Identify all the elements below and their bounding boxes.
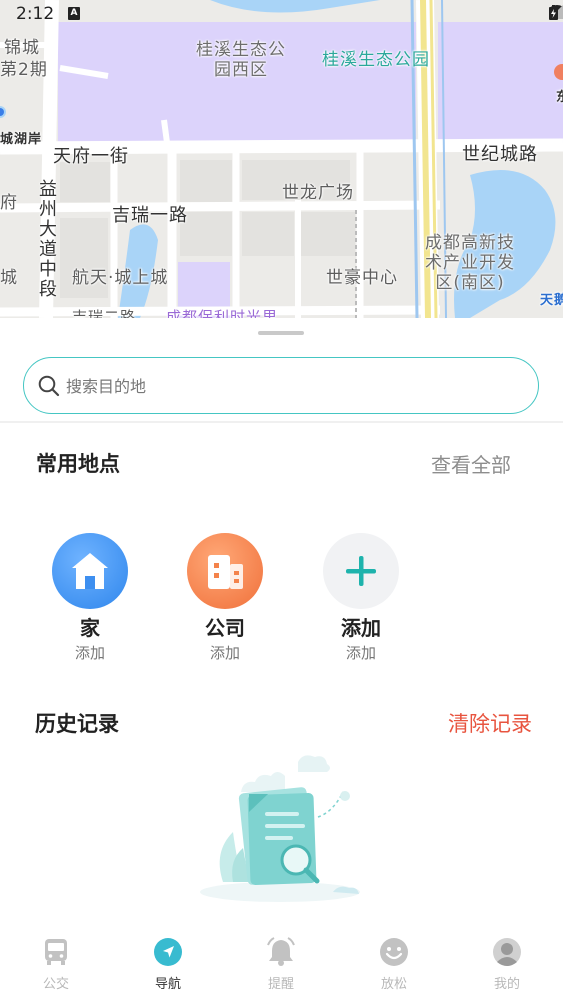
map-label: 府 [0,193,18,213]
map-label: 城 [0,268,18,288]
divider [0,421,563,423]
view-all-link[interactable]: 查看全部 [431,449,511,478]
tab-label: 提醒 [267,977,294,992]
status-time: 2:12 [16,4,55,24]
tab-navigation[interactable]: 导航 [128,937,208,992]
tab-label: 我的 [493,977,520,992]
bell-icon [267,937,295,966]
map-label: 航天·城上城 [72,268,169,288]
place-home[interactable]: 家 添加 [45,533,135,663]
place-sub: 添加 [209,644,240,662]
status-bar: 2:12 A [0,0,563,28]
place-sub: 添加 [345,644,376,662]
navigation-icon [154,938,182,966]
place-name: 添加 [341,616,381,640]
tab-label: 放松 [380,977,407,992]
map-label: 苐2期 [0,60,48,80]
drag-handle[interactable] [258,331,304,335]
smile-icon [380,938,408,966]
search-input[interactable] [66,370,506,402]
clear-history-button[interactable]: 清除记录 [448,708,532,738]
search-icon [38,375,60,397]
bus-icon [45,939,67,965]
user-icon [493,938,521,966]
bottom-sheet: 常用地点 查看全部 家 添加 公司 添加 [0,318,563,1003]
map-label: 城湖岸 [0,132,43,147]
frequent-places-title: 常用地点 [36,452,120,476]
search-box[interactable] [23,357,539,414]
tab-label: 公交 [42,977,69,992]
map-label: 天鹅 [540,293,563,308]
notification-icon: A [68,7,80,20]
map-label-road: 天府一街 [53,146,129,167]
map-label-district: 成都高新技术产业开发区(南区) [425,233,515,293]
tab-bus[interactable]: 公交 [16,937,96,992]
tab-bar: 公交 导航 提醒 放松 我的 [0,925,563,1003]
empty-history-illustration [200,755,360,902]
building-icon [187,533,263,609]
map-label: 成都保利时光里 [166,308,279,318]
tab-reminder[interactable]: 提醒 [241,937,321,992]
map-label: 东 [556,86,563,105]
map-label: 吉瑞二路 [72,308,137,318]
map-label-park: 桂溪生态公园 [322,50,430,70]
place-name: 公司 [205,616,245,640]
map-label: 世龙广场 [282,183,354,203]
map-label: 世豪中心 [326,268,398,288]
place-name: 家 [80,616,100,640]
plus-icon [323,533,399,609]
map-label-road: 益州大道中段 [39,179,58,300]
tab-relax[interactable]: 放松 [354,937,434,992]
map-label-road: 吉瑞一路 [112,205,188,226]
place-sub: 添加 [74,644,105,662]
tab-label: 导航 [154,977,181,992]
place-company[interactable]: 公司 添加 [180,533,270,663]
history-title: 历史记录 [35,712,119,736]
place-add[interactable]: 添加 添加 [316,533,406,663]
map-label-park-west: 桂溪生态公园西区 [196,40,286,80]
battery-icon [549,5,558,20]
map-label-road: 世纪城路 [462,144,538,165]
map-view[interactable]: 锦城 苐2期 桂溪生态公园西区 桂溪生态公园 城湖岸 天府一街 世纪城路 府 益… [0,0,563,318]
tab-mine[interactable]: 我的 [467,937,547,992]
home-icon [52,533,128,609]
